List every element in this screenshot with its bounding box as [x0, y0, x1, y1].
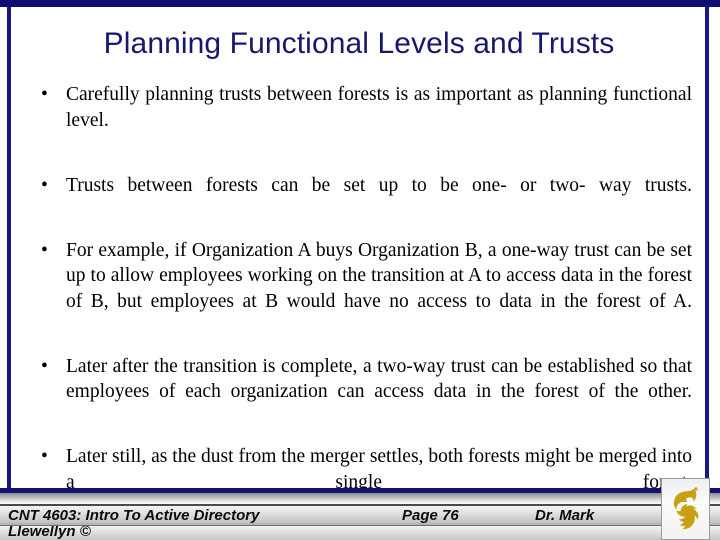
bullet-item: • For example, if Organization A buys Or…	[30, 238, 692, 340]
footer-gradient-band	[0, 493, 720, 504]
bullet-text: Trusts between forests can be set up to …	[66, 174, 692, 196]
bullet-marker-icon: •	[41, 355, 48, 377]
top-accent-band	[0, 0, 720, 7]
bullet-marker-icon: •	[41, 84, 48, 105]
bullet-item: • Carefully planning trusts between fore…	[30, 82, 692, 159]
footer-author-label: Dr. Mark	[535, 507, 595, 524]
footer-bar-content: CNT 4603: Intro To Active Directory Page…	[0, 506, 720, 525]
footer-author-second-line: Llewellyn ©	[8, 526, 91, 540]
right-accent-rule	[705, 7, 709, 480]
bullet-text: For example, if Organization A buys Orga…	[66, 239, 692, 312]
slide-body: • Carefully planning trusts between fore…	[30, 82, 692, 521]
footer-course-label: CNT 4603: Intro To Active Directory	[8, 507, 260, 524]
presentation-slide: Planning Functional Levels and Trusts • …	[0, 0, 720, 540]
bullet-marker-icon: •	[41, 446, 48, 467]
bullet-item: • Trusts between forests can be set up t…	[30, 173, 692, 224]
bullet-marker-icon: •	[41, 174, 48, 196]
slide-footer: CNT 4603: Intro To Active Directory Page…	[0, 488, 720, 540]
bullet-marker-icon: •	[41, 239, 48, 261]
ucf-pegasus-logo	[661, 478, 710, 540]
footer-bar-overflow: Llewellyn ©	[0, 526, 720, 540]
bullet-text: Later after the transition is complete, …	[66, 355, 692, 403]
footer-page-number: Page 76	[402, 507, 459, 524]
bullet-text: Carefully planning trusts between forest…	[66, 84, 692, 131]
footer-bar: CNT 4603: Intro To Active Directory Page…	[0, 506, 720, 526]
slide-title: Planning Functional Levels and Trusts	[103, 27, 615, 60]
left-accent-rule	[7, 7, 11, 490]
bullet-item: • Later after the transition is complete…	[30, 354, 692, 431]
